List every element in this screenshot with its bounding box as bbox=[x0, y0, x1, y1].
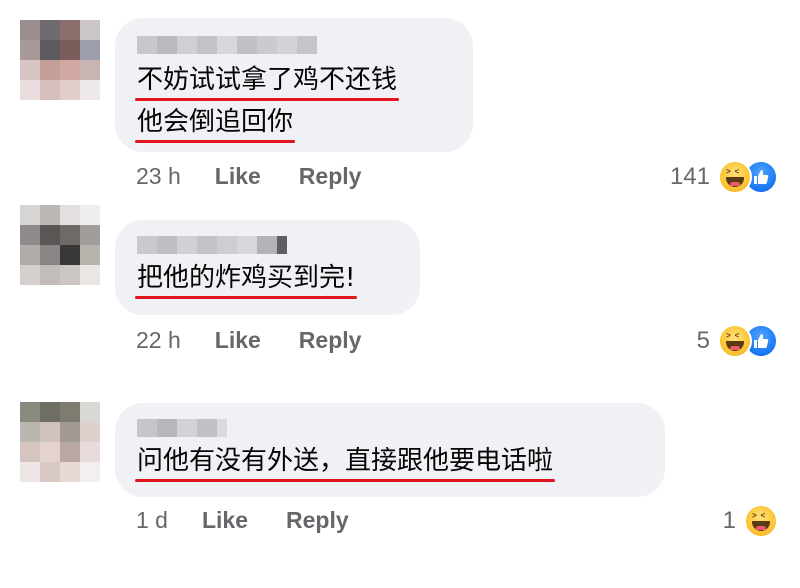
reaction-summary[interactable]: 1 >< bbox=[723, 504, 778, 538]
avatar[interactable] bbox=[20, 205, 100, 285]
comment-text-line: 他会倒追回你 bbox=[134, 104, 296, 143]
haha-icon: >< bbox=[718, 160, 752, 194]
reaction-count: 141 bbox=[669, 163, 710, 190]
like-button[interactable]: Like bbox=[202, 507, 248, 534]
reaction-summary[interactable]: 5 >< bbox=[697, 324, 778, 358]
reply-button[interactable]: Reply bbox=[299, 163, 362, 190]
avatar[interactable] bbox=[20, 20, 100, 100]
timestamp[interactable]: 22 h bbox=[136, 327, 181, 354]
author-name-blurred[interactable] bbox=[137, 236, 398, 254]
reply-button[interactable]: Reply bbox=[299, 327, 362, 354]
haha-icon: >< bbox=[744, 504, 778, 538]
reply-button[interactable]: Reply bbox=[286, 507, 349, 534]
like-button[interactable]: Like bbox=[215, 163, 261, 190]
author-name-blurred[interactable] bbox=[137, 419, 643, 437]
comment-text-line: 不妨试试拿了鸡不还钱 bbox=[134, 62, 400, 101]
timestamp[interactable]: 1 d bbox=[136, 507, 168, 534]
reaction-count: 5 bbox=[696, 327, 710, 354]
reaction-summary[interactable]: 141 >< bbox=[670, 160, 778, 194]
comment-bubble: 不妨试试拿了鸡不还钱 他会倒追回你 bbox=[115, 18, 473, 152]
avatar[interactable] bbox=[20, 402, 100, 482]
comment-meta: 1 d Like Reply bbox=[136, 507, 387, 534]
comment-meta: 22 h Like Reply bbox=[136, 327, 399, 354]
comment-bubble: 问他有没有外送，直接跟他要电话啦 bbox=[115, 403, 665, 497]
author-name-blurred[interactable] bbox=[137, 36, 451, 54]
haha-icon: >< bbox=[718, 324, 752, 358]
reaction-count: 1 bbox=[722, 507, 736, 534]
comment-bubble: 把他的炸鸡买到完! bbox=[115, 220, 420, 315]
like-button[interactable]: Like bbox=[215, 327, 261, 354]
comment-meta: 23 h Like Reply bbox=[136, 163, 399, 190]
comment-text-line: 问他有没有外送，直接跟他要电话啦 bbox=[134, 443, 556, 482]
timestamp[interactable]: 23 h bbox=[136, 163, 181, 190]
comment-text-line: 把他的炸鸡买到完! bbox=[134, 260, 358, 299]
